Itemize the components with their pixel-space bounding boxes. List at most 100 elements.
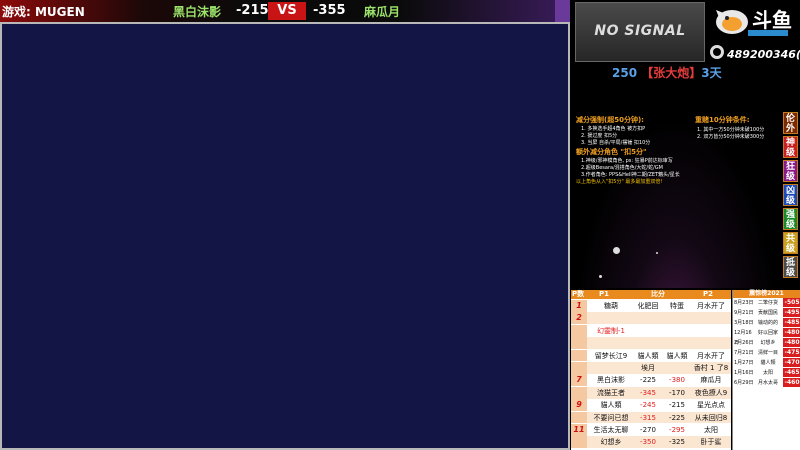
history-date: 7月21日 <box>734 350 754 356</box>
tier-tags: 伦外 神级 狂级 凶级 强级 共级 抵级 <box>783 112 800 280</box>
cell-c: -380 <box>669 376 685 385</box>
game-label: 游戏: MUGEN <box>2 5 85 19</box>
cell-a: 貓人類 <box>600 401 622 410</box>
history-val: -465 <box>783 368 800 377</box>
cell-no <box>571 324 587 337</box>
scoreboard: P数 P1 比分 P2 1 糖葫 化肥回 特蛋 月水开了 2 幻靈制-1 留梦长江9 貓人類 貓人… <box>571 290 731 450</box>
cell-no: 9 <box>571 399 587 411</box>
rules-left-line: 3. 当屏 自杀/平局/摆锤 扣10分 <box>581 140 651 146</box>
table-row: 幻靈制-1 <box>571 324 731 337</box>
rules-left-line: 1. 多换选手超4角色 被方扣P <box>581 126 646 132</box>
cell-a: 幻靈制-1 <box>597 326 625 335</box>
cell-c: -325 <box>669 438 685 447</box>
cell-d: 月水开了 <box>697 351 725 360</box>
vs-badge: VS <box>268 2 306 20</box>
header-score: 比分 <box>651 290 665 298</box>
cell-c: -295 <box>669 426 685 434</box>
rules-panel: 减分强制(超50分钟): 1. 多换选手超4角色 被方扣P 2. 援过度 扣5分… <box>571 112 782 288</box>
cell-a: 流猫王者 <box>597 388 625 397</box>
history-date: 1月16日 <box>734 370 754 376</box>
history-name: 月水太哥 <box>757 380 778 386</box>
history-date: 3月18日 <box>734 320 754 326</box>
table-row: 不要问已想 -315 -225 从未回归8 <box>571 411 731 424</box>
rules-mid-line: 3.作者角色: PPS&Hell神二期/ZET魑头/星长 <box>581 172 680 178</box>
match-bar: 游戏: MUGEN 黑白沫影 -215 VS -355 麻瓜月 <box>0 0 570 22</box>
history-date: 2月26日 <box>734 340 754 346</box>
cell-no: 2 <box>571 312 587 325</box>
cell-d: 夜色撩人9 <box>694 388 728 397</box>
player2-name: 麻瓜月 <box>364 5 401 19</box>
history-date: 8月23日 <box>734 300 754 306</box>
rules-right-line: 2. 双方皆分50分钟未破300分 <box>697 134 765 140</box>
rules-right-title: 重赌10分钟条件: <box>695 116 750 124</box>
cell-d: 太阳 <box>704 426 718 434</box>
player2-score: -355 <box>313 3 346 18</box>
cell-b: 埃月 <box>641 364 655 372</box>
table-row: 埃月 香村 1 了8 <box>571 362 731 374</box>
rules-mid-title: 额外减分角色 "扣5分" <box>576 148 647 156</box>
cell-d: 卧于鲨 <box>700 438 722 447</box>
cell-d: 星光点点 <box>697 401 725 410</box>
table-row: 1 糖葫 化肥回 特蛋 月水开了 <box>571 300 731 312</box>
list-item: 6月29日 月水太哥 -460 <box>733 378 800 388</box>
history-val: -480 <box>783 338 800 347</box>
brand-subbar <box>748 30 788 36</box>
star-dot <box>599 275 602 278</box>
rules-left-line: 2. 援过度 扣5分 <box>581 133 618 139</box>
brand-name: 斗鱼 <box>752 8 792 32</box>
header-p2: P2 <box>703 290 714 298</box>
cell-a: 生活太无聊 <box>593 426 629 434</box>
cell-c: -170 <box>669 388 685 397</box>
qq-penguin-icon <box>710 45 724 59</box>
history-panel: 震惊榜2021 8月23日 二笨仔货 -505 9月21日 贡献国民 -495 3月18日输… <box>732 290 800 450</box>
cell-no <box>571 349 587 362</box>
history-val: -480 <box>783 328 800 337</box>
history-date: 6月29日 <box>734 380 754 386</box>
cell-a: 黑白沫影 <box>597 376 625 385</box>
streak-days: 3天 <box>701 66 722 80</box>
star-dot <box>656 252 658 254</box>
history-name: 好以回家 <box>757 330 778 336</box>
cell-c: 貓人類 <box>666 351 688 360</box>
history-name: 幻想乡 <box>760 340 776 346</box>
cell-b: -225 <box>640 376 656 385</box>
cell-b: -315 <box>640 413 656 422</box>
tier-tag: 抵级 <box>783 256 798 278</box>
streak-count: 250 <box>612 66 638 80</box>
list-item: 12月16日 好以回家 -480 <box>733 328 800 346</box>
cell-b: -245 <box>640 401 656 410</box>
streak-name: 【张大炮】 <box>641 66 702 80</box>
camera-panel: NO SIGNAL <box>575 2 705 62</box>
cell-no <box>571 411 587 424</box>
history-name: 输动的的 <box>757 320 778 326</box>
table-row <box>571 337 731 349</box>
cell-a: 幻想乡 <box>600 438 622 447</box>
tier-tag: 神级 <box>783 136 798 158</box>
table-row: 2 <box>571 312 731 325</box>
table-row: 7 黑白沫影 -225 -380 麻瓜月 <box>571 374 731 387</box>
history-title: 震惊榜2021 <box>733 290 800 298</box>
table-row: 幻想乡 -350 -325 卧于鲨 <box>571 436 731 449</box>
cell-d: 月水开了 <box>697 302 725 310</box>
streak-line: 250 【张大炮】3天 <box>612 64 722 81</box>
header-p1: P1 <box>599 290 610 298</box>
history-name: 贡献国民 <box>757 310 778 316</box>
tier-tag: 凶级 <box>783 184 798 206</box>
history-val: -505 <box>783 298 800 307</box>
header-no: P数 <box>572 290 585 298</box>
table-row: 11 生活太无聊 -270 -295 太阳 <box>571 424 731 436</box>
cell-no <box>571 337 587 349</box>
history-val: -460 <box>783 378 800 387</box>
history-name: 清鲜一目 <box>757 350 778 356</box>
rules-warning: 以上角色从入"扣5分" 最多最加重双倍! <box>576 179 663 185</box>
planet-dot <box>613 247 620 254</box>
game-viewport[interactable] <box>0 22 570 450</box>
history-val: -495 <box>783 308 800 317</box>
stream-overlay: 游戏: MUGEN 黑白沫影 -215 VS -355 麻瓜月 NO SIGNA… <box>0 0 800 450</box>
history-name: 貓人類 <box>760 360 776 366</box>
table-row: 留梦长江9 貓人類 貓人類 月水开了 <box>571 349 731 362</box>
history-name: 二笨仔货 <box>757 300 778 306</box>
cell-no: 1 <box>571 300 587 312</box>
player1-score: -215 <box>236 3 269 18</box>
history-val: -475 <box>783 348 800 357</box>
